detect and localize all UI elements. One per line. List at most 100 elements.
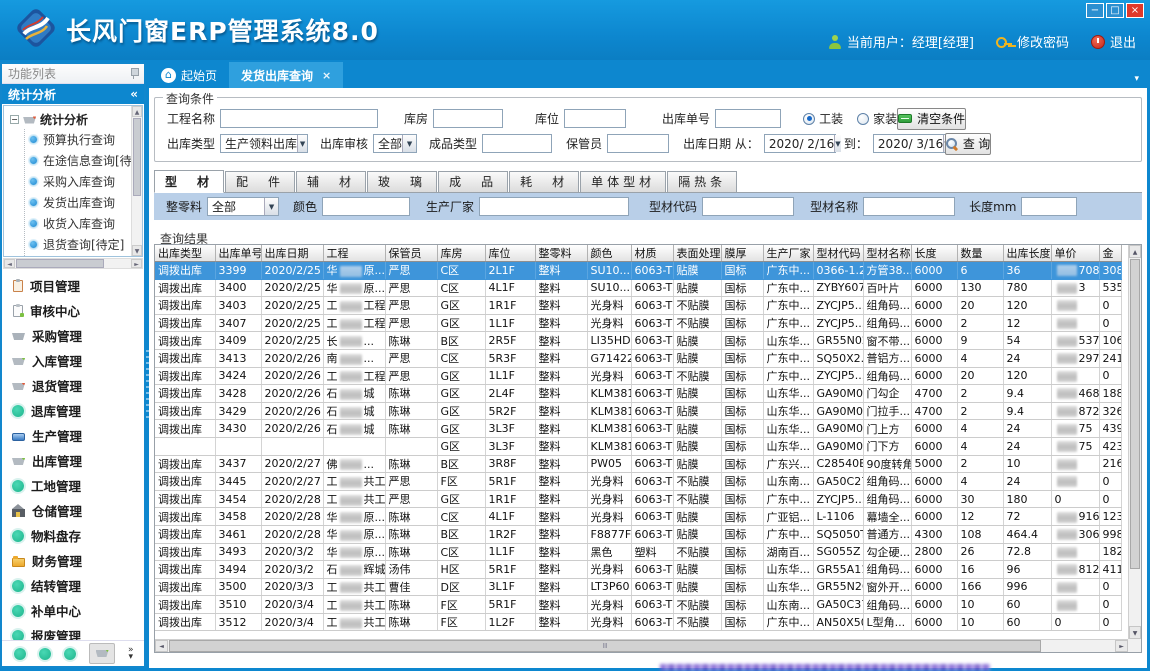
tree-item-2[interactable]: 采购入库查询 [29, 171, 142, 192]
minimize-button[interactable]: − [1086, 3, 1104, 18]
table-row[interactable]: 调拨出库34032020/2/25工工程严思G区1R1F整料光身料6063-T5… [155, 297, 1121, 315]
scroll-up-icon[interactable]: ▲ [132, 106, 142, 117]
table-row[interactable]: 调拨出库33992020/2/25华原...严思C区2L1F整料SU10...6… [155, 262, 1121, 280]
sidebar-item-7[interactable]: 出库管理 [12, 448, 144, 473]
scrollbar-thumb[interactable] [16, 259, 104, 268]
table-row[interactable]: 调拨出库34612020/2/28华原...陈琳B区1R2F整料F8877FT6… [155, 525, 1121, 543]
project-name-input[interactable] [220, 109, 378, 128]
tree-item-3[interactable]: 发货出库查询 [29, 192, 142, 213]
tab-overflow-icon[interactable]: ▾ [1134, 74, 1139, 84]
profile-name-input[interactable] [863, 197, 955, 216]
sidebar-item-11[interactable]: 财务管理 [12, 548, 144, 573]
column-header-no[interactable]: 出库单号 [215, 245, 261, 262]
material-tab-3[interactable]: 玻 璃 [367, 171, 437, 192]
table-row[interactable]: 调拨出库34542020/2/28工共工程严思G区1R1F整料光身料6063-T… [155, 490, 1121, 508]
table-row[interactable]: 调拨出库34292020/2/26石城陈琳G区5R2F整料KLM38176063… [155, 402, 1121, 420]
table-row[interactable]: 调拨出库35122020/3/4工共工程陈琳F区1L2F整料光身料6063-T5… [155, 613, 1121, 631]
scroll-down-icon[interactable]: ▼ [132, 245, 142, 256]
table-row[interactable]: 调拨出库34932020/3/2华原...陈琳C区1L1F整料黑色塑料不贴膜国标… [155, 543, 1121, 561]
close-button[interactable]: × [1126, 3, 1144, 18]
sidebar-item-8[interactable]: 工地管理 [12, 473, 144, 498]
column-header-len[interactable]: 长度 [911, 245, 957, 262]
material-tab-0[interactable]: 型 材 [154, 170, 224, 193]
radio-on-icon[interactable] [803, 113, 815, 125]
color-input[interactable] [322, 197, 410, 216]
pin-icon[interactable] [130, 68, 138, 79]
warehouse-input[interactable] [433, 109, 503, 128]
date-to-picker[interactable]: 2020/ 3/16 ▼ [873, 134, 945, 153]
sidebar-item-0[interactable]: 项目管理 [12, 273, 144, 298]
column-header-col[interactable]: 颜色 [587, 245, 631, 262]
table-row[interactable]: 调拨出库35002020/3/3工共工程曹佳D区3L1F整料LT3P606063… [155, 578, 1121, 596]
sidebar-item-14[interactable]: 报废管理 [12, 623, 144, 640]
grid-vertical-scrollbar[interactable]: ▲ ▼ [1128, 245, 1141, 639]
column-header-loc[interactable]: 库位 [485, 245, 535, 262]
tab-home[interactable]: ⌂ 起始页 [149, 62, 229, 88]
whole-part-select[interactable]: 全部 ▼ [207, 197, 279, 216]
module-dot-icon[interactable] [39, 648, 51, 660]
table-row[interactable]: 调拨出库34132020/2/26南...严思C区5R3F整料G71422606… [155, 349, 1121, 367]
table-row[interactable]: 调拨出库34942020/3/2石辉城汤伟H区5R1F整料光身料6063-T5贴… [155, 561, 1121, 579]
maximize-button[interactable]: □ [1106, 3, 1124, 18]
module-cart-button[interactable] [89, 643, 115, 664]
table-row[interactable]: 调拨出库34072020/2/25工工程严思G区1L1F整料光身料6063-T5… [155, 314, 1121, 332]
column-header-sur[interactable]: 表面处理 [673, 245, 721, 262]
change-password-button[interactable]: 修改密码 [996, 32, 1069, 51]
sidebar-item-6[interactable]: 生产管理 [12, 423, 144, 448]
location-input[interactable] [564, 109, 626, 128]
scrollbar-thumb[interactable] [1130, 259, 1140, 569]
scroll-down-icon[interactable]: ▼ [1129, 626, 1141, 639]
column-header-proj[interactable]: 工程 [323, 245, 385, 262]
table-row[interactable]: 调拨出库35102020/3/4工共工程陈琳F区5R1F整料光身料6063-T5… [155, 596, 1121, 614]
column-header-mat[interactable]: 材质 [631, 245, 673, 262]
manufacturer-input[interactable] [479, 197, 629, 216]
tree-item-6[interactable]: 退库管理[待定] [29, 255, 142, 257]
sidebar-item-5[interactable]: 退库管理 [12, 398, 144, 423]
column-header-film[interactable]: 膜厚 [721, 245, 763, 262]
sidebar-item-4[interactable]: 退货管理 [12, 373, 144, 398]
column-header-wh[interactable]: 库房 [437, 245, 485, 262]
column-header-qty[interactable]: 数量 [957, 245, 1003, 262]
scroll-up-icon[interactable]: ▲ [1129, 245, 1141, 258]
scrollbar-thumb[interactable] [133, 118, 141, 196]
clear-conditions-button[interactable]: 清空条件 [897, 108, 966, 130]
tree-vertical-scrollbar[interactable]: ▲ ▼ [131, 106, 142, 256]
module-dot-icon[interactable] [64, 648, 76, 660]
scroll-left-icon[interactable]: ◄ [155, 640, 168, 652]
scrollbar-thumb[interactable]: Ⅲ [169, 640, 1041, 652]
sidebar-item-13[interactable]: 补单中心 [12, 598, 144, 623]
radio-off-icon[interactable] [857, 113, 869, 125]
sidebar-item-9[interactable]: 仓储管理 [12, 498, 144, 523]
material-tab-4[interactable]: 成 品 [438, 171, 508, 192]
logout-button[interactable]: 退出 [1091, 32, 1136, 51]
collapse-icon[interactable]: « [130, 87, 138, 101]
tree-horizontal-scrollbar[interactable]: ◄ ► [3, 258, 143, 269]
more-modules-button[interactable]: » ▾ [128, 647, 134, 661]
tree-root[interactable]: 统计分析 [10, 109, 142, 129]
grid-horizontal-scrollbar[interactable]: ◄ Ⅲ ► [155, 639, 1128, 652]
column-header-t[interactable]: 出库类型 [155, 245, 215, 262]
sidebar-item-10[interactable]: 物料盘存 [12, 523, 144, 548]
column-header-zl[interactable]: 整零料 [535, 245, 587, 262]
table-row[interactable]: 调拨出库34002020/2/25华原...严思C区4L1F整料SU10...6… [155, 279, 1121, 297]
radio-home[interactable]: 家装 [857, 110, 897, 127]
table-row[interactable]: G区3L3F整料KLM38176063-T5贴膜国标山东华...GA90M09.… [155, 437, 1121, 455]
scroll-right-icon[interactable]: ► [131, 259, 142, 268]
tab-shipment-query[interactable]: 发货出库查询 × [229, 62, 343, 88]
table-row[interactable]: 调拨出库34282020/2/26石城陈琳G区2L4F整料KLM38176063… [155, 385, 1121, 403]
length-input[interactable] [1021, 197, 1077, 216]
date-from-picker[interactable]: 2020/ 2/16 ▼ [764, 134, 836, 153]
out-type-select[interactable]: 生产领料出库 ▼ [220, 134, 308, 153]
tree-item-1[interactable]: 在途信息查询[待 [29, 150, 142, 171]
table-row[interactable]: 调拨出库34452020/2/27工共工程严思F区5R1F整料光身料6063-T… [155, 473, 1121, 491]
table-row[interactable]: 调拨出库34302020/2/26石城陈琳G区3L3F整料KLM38176063… [155, 420, 1121, 438]
material-tab-7[interactable]: 隔热条 [667, 171, 737, 192]
tree-item-0[interactable]: 预算执行查询 [29, 129, 142, 150]
search-button[interactable]: 查 询 [945, 133, 991, 155]
sidebar-item-12[interactable]: 结转管理 [12, 573, 144, 598]
tree-item-4[interactable]: 收货入库查询 [29, 213, 142, 234]
scroll-left-icon[interactable]: ◄ [4, 259, 15, 268]
column-header-mfr[interactable]: 生产厂家 [763, 245, 813, 262]
column-header-kp[interactable]: 保管员 [385, 245, 437, 262]
sidebar-section-header[interactable]: 统计分析 « [2, 84, 144, 104]
